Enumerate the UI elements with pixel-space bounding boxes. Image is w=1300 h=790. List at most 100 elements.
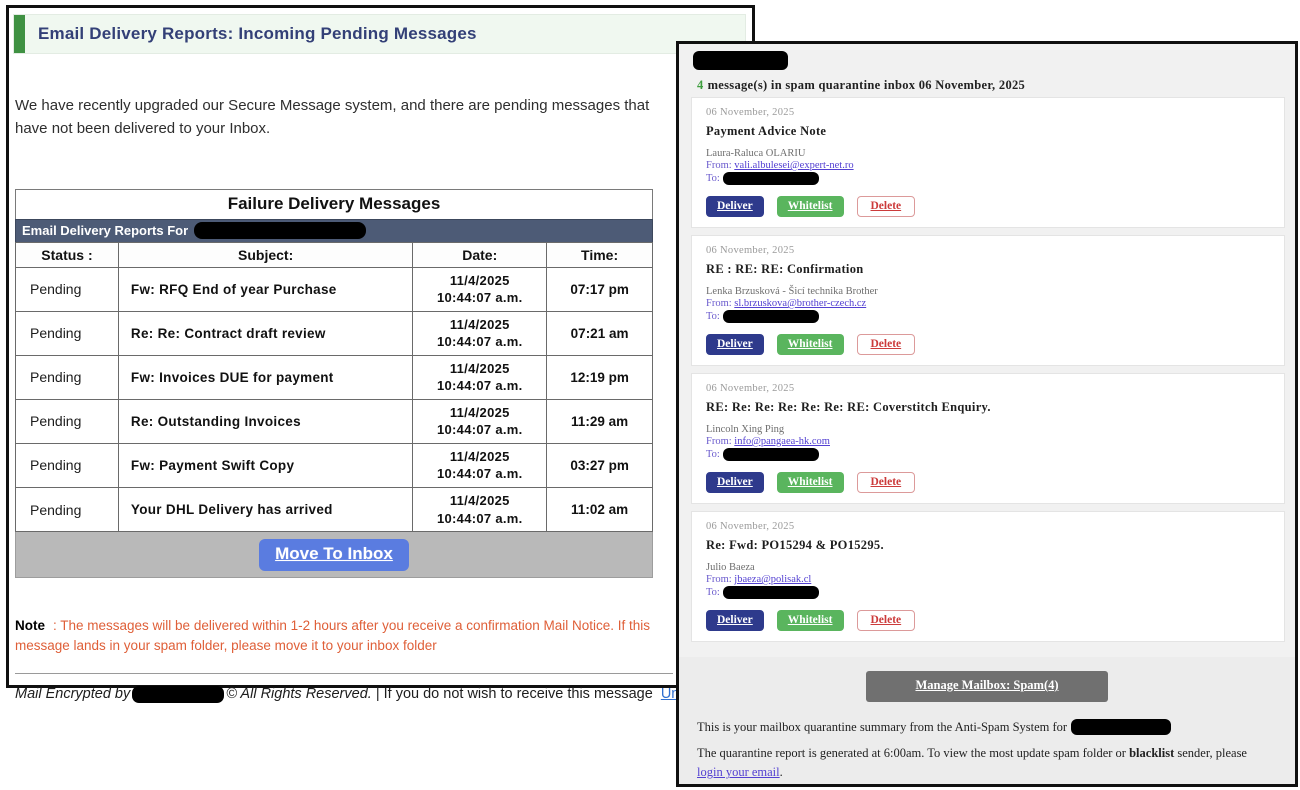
header-accent-bar	[14, 15, 25, 53]
delivery-messages-table: Status : Subject: Date: Time: Pending Fw…	[15, 242, 653, 533]
delete-button[interactable]: Delete	[857, 472, 916, 493]
table-row: Pending Fw: RFQ End of year Purchase 11/…	[16, 267, 653, 311]
sender-email-link[interactable]: sl.brzuskova@brother-czech.cz	[734, 298, 866, 309]
subject-cell: Fw: Invoices DUE for payment	[118, 355, 412, 399]
redacted-recipient-box	[723, 448, 819, 461]
deliver-button[interactable]: Deliver	[706, 196, 764, 217]
encrypted-by-text: Mail Encrypted by	[15, 686, 130, 702]
sender-email-link[interactable]: info@pangaea-hk.com	[734, 436, 830, 447]
whitelist-button[interactable]: Whitelist	[777, 196, 844, 217]
time-cell: 03:27 pm	[547, 443, 653, 487]
footer-divider	[15, 673, 673, 674]
message-sender: Lincoln Xing Ping	[706, 424, 1270, 435]
table-row: Pending Re: Re: Contract draft review 11…	[16, 311, 653, 355]
deliver-button[interactable]: Deliver	[706, 334, 764, 355]
to-label: To:	[706, 587, 720, 598]
column-header-subject: Subject:	[118, 242, 412, 267]
delete-button[interactable]: Delete	[857, 610, 916, 631]
intro-text: We have recently upgraded our Secure Mes…	[15, 94, 660, 141]
message-to-line: To:	[706, 172, 1270, 185]
status-cell: Pending	[16, 443, 119, 487]
date-value: 11/4/2025	[415, 272, 544, 290]
status-cell: Pending	[16, 399, 119, 443]
datetime-value: 10:44:07 a.m.	[415, 465, 544, 483]
note-text: : The messages will be delivered within …	[15, 618, 650, 653]
screenshot-stage: Email Delivery Reports: Incoming Pending…	[0, 0, 1300, 790]
manage-mailbox-button[interactable]: Manage Mailbox: Spam(4)	[866, 671, 1108, 702]
quarantine-actions-section: Manage Mailbox: Spam(4) This is your mai…	[679, 657, 1295, 787]
login-email-link[interactable]: login your email	[697, 765, 780, 779]
quarantine-message-card: 06 November, 2025 RE : RE: RE: Confirmat…	[691, 235, 1285, 366]
delete-button[interactable]: Delete	[857, 196, 916, 217]
datetime-value: 10:44:07 a.m.	[415, 289, 544, 307]
summary-text: message(s) in spam quarantine inbox 06 N…	[708, 78, 1026, 92]
table-header-row: Status : Subject: Date: Time:	[16, 242, 653, 267]
from-label: From:	[706, 574, 732, 585]
time-cell: 11:29 am	[547, 399, 653, 443]
message-date: 06 November, 2025	[706, 521, 1270, 532]
move-to-inbox-button[interactable]: Move To Inbox	[259, 539, 409, 571]
rights-text: © All Rights Reserved.	[226, 686, 372, 702]
status-cell: Pending	[16, 487, 119, 531]
message-subject: RE: Re: Re: Re: Re: Re: RE: Coverstitch …	[706, 400, 1270, 415]
subject-cell: Re: Outstanding Invoices	[118, 399, 412, 443]
delivery-table-body: Pending Fw: RFQ End of year Purchase 11/…	[16, 267, 653, 532]
delete-button[interactable]: Delete	[857, 334, 916, 355]
quarantine-message-card: 06 November, 2025 Payment Advice Note La…	[691, 97, 1285, 228]
from-label: From:	[706, 436, 732, 447]
quarantine-message-card: 06 November, 2025 RE: Re: Re: Re: Re: Re…	[691, 373, 1285, 504]
message-from-line: From: info@pangaea-hk.com	[706, 436, 1270, 447]
deliver-button[interactable]: Deliver	[706, 610, 764, 631]
page-title: Email Delivery Reports: Incoming Pending…	[25, 24, 477, 44]
report-text-a: The quarantine report is generated at 6:…	[697, 746, 1129, 760]
message-to-line: To:	[706, 586, 1270, 599]
datetime-value: 10:44:07 a.m.	[415, 377, 544, 395]
message-from-line: From: sl.brzuskova@brother-czech.cz	[706, 298, 1270, 309]
to-label: To:	[706, 449, 720, 460]
from-label: From:	[706, 298, 732, 309]
from-label: From:	[706, 160, 732, 171]
date-cell: 11/4/202510:44:07 a.m.	[413, 443, 547, 487]
message-actions: Deliver Whitelist Delete	[706, 472, 1270, 493]
message-to-line: To:	[706, 448, 1270, 461]
message-to-line: To:	[706, 310, 1270, 323]
redacted-account-box	[1071, 719, 1171, 735]
sender-email-link[interactable]: vali.albulesei@expert-net.ro	[734, 160, 853, 171]
failure-delivery-table: Failure Delivery Messages Email Delivery…	[15, 189, 653, 579]
redacted-brand-box	[132, 686, 224, 703]
date-value: 11/4/2025	[415, 448, 544, 466]
redacted-recipient-box	[723, 172, 819, 185]
date-cell: 11/4/202510:44:07 a.m.	[413, 311, 547, 355]
subject-cell: Your DHL Delivery has arrived	[118, 487, 412, 531]
datetime-value: 10:44:07 a.m.	[415, 333, 544, 351]
subject-cell: Re: Re: Contract draft review	[118, 311, 412, 355]
email-footer: Mail Encrypted by© All Rights Reserved. …	[15, 686, 752, 703]
table-row: Pending Fw: Invoices DUE for payment 11/…	[16, 355, 653, 399]
time-cell: 07:17 pm	[547, 267, 653, 311]
report-header-banner: Email Delivery Reports: Incoming Pending…	[13, 14, 746, 54]
to-label: To:	[706, 311, 720, 322]
to-label: To:	[706, 173, 720, 184]
anti-spam-text: This is your mailbox quarantine summary …	[697, 720, 1067, 735]
whitelist-button[interactable]: Whitelist	[777, 472, 844, 493]
message-sender: Laura-Raluca OLARIU	[706, 148, 1270, 159]
time-cell: 12:19 pm	[547, 355, 653, 399]
note-label: Note	[15, 618, 45, 633]
message-date: 06 November, 2025	[706, 383, 1270, 394]
datetime-value: 10:44:07 a.m.	[415, 421, 544, 439]
period-text: .	[780, 765, 783, 779]
message-sender: Lenka Brzusková - Šicí technika Brother	[706, 286, 1270, 297]
whitelist-button[interactable]: Whitelist	[777, 334, 844, 355]
time-cell: 07:21 am	[547, 311, 653, 355]
whitelist-button[interactable]: Whitelist	[777, 610, 844, 631]
quarantine-summary-text: This is your mailbox quarantine summary …	[697, 719, 1277, 735]
sender-email-link[interactable]: jbaeza@polisak.cl	[734, 574, 811, 585]
date-value: 11/4/2025	[415, 360, 544, 378]
message-date: 06 November, 2025	[706, 107, 1270, 118]
spam-quarantine-window: 4message(s) in spam quarantine inbox 06 …	[676, 41, 1298, 787]
deliver-button[interactable]: Deliver	[706, 472, 764, 493]
message-date: 06 November, 2025	[706, 245, 1270, 256]
table-title: Failure Delivery Messages	[15, 189, 653, 219]
date-cell: 11/4/202510:44:07 a.m.	[413, 399, 547, 443]
datetime-value: 10:44:07 a.m.	[415, 510, 544, 528]
